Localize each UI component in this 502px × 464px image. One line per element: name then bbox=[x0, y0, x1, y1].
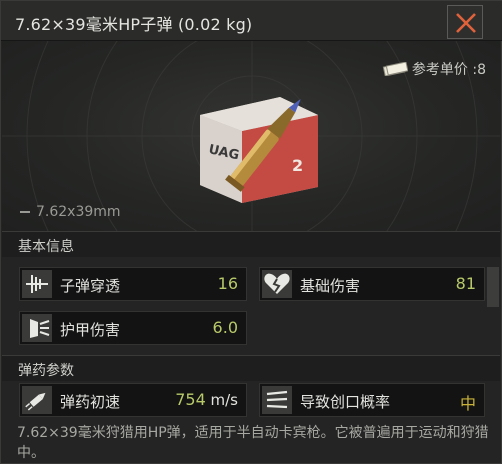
penetration-icon-box bbox=[22, 270, 52, 298]
price-label: 参考单价 :8 bbox=[411, 62, 486, 78]
broken-heart-icon bbox=[264, 273, 290, 294]
stat-base-damage[interactable]: 基础伤害 81 bbox=[259, 267, 485, 301]
item-preview: 参考单价 :8 UAG 2 7.62x39mm bbox=[2, 41, 500, 231]
stat-bleed-chance-label: 导致创口概率 bbox=[300, 393, 391, 411]
stat-base-damage-label: 基础伤害 bbox=[300, 277, 361, 295]
stat-base-damage-value: 81 bbox=[455, 274, 476, 293]
stat-muzzle-velocity[interactable]: 弹药初速 754 m/s bbox=[19, 383, 247, 417]
damage-icon-box bbox=[262, 270, 292, 298]
caliber-label: 7.62x39mm bbox=[20, 204, 121, 220]
stat-bleed-chance-value: 中 bbox=[459, 394, 476, 413]
armor-icon-box bbox=[22, 314, 52, 342]
item-description: 7.62×39毫米狩猎用HP弹，适用于半自动卡宾枪。它被普遍用于运动和狩猎中。 bbox=[17, 425, 489, 461]
stat-armor-damage[interactable]: 护甲伤害 6.0 bbox=[19, 311, 247, 345]
armor-damage-icon bbox=[30, 319, 50, 338]
close-icon bbox=[456, 13, 476, 33]
caliber-text: 7.62x39mm bbox=[36, 204, 121, 220]
close-button[interactable] bbox=[447, 5, 483, 39]
stat-penetration[interactable]: 子弹穿透 16 bbox=[19, 267, 247, 301]
bleed-icon-box bbox=[262, 386, 292, 414]
bullet-velocity-icon bbox=[25, 392, 46, 411]
item-inspect-window: 7.62×39毫米HP子弹 (0.02 kg) 参考单价:8 UAG 2 7.… bbox=[0, 0, 502, 464]
stat-armor-damage-label: 护甲伤害 bbox=[60, 321, 121, 339]
stat-penetration-value: 16 bbox=[217, 274, 238, 293]
penetration-icon bbox=[26, 275, 48, 293]
scrollbar[interactable] bbox=[487, 267, 499, 307]
cash-icon bbox=[382, 62, 408, 76]
box-number: 2 bbox=[292, 156, 303, 175]
bleed-icon bbox=[266, 390, 288, 409]
section-ammo-params-title: 弹药参数 bbox=[18, 363, 74, 379]
reference-price: 参考单价 :8 bbox=[382, 59, 486, 79]
stat-bleed-chance[interactable]: 导致创口概率 中 bbox=[259, 383, 485, 417]
velocity-icon-box bbox=[22, 386, 52, 414]
window-title: 7.62×39毫米HP子弹 (0.02 kg) bbox=[15, 15, 253, 34]
section-ammo-params: 弹药参数 bbox=[2, 355, 500, 381]
stat-armor-damage-value: 6.0 bbox=[212, 318, 238, 337]
stat-penetration-label: 子弹穿透 bbox=[60, 277, 121, 295]
section-basic-info-title: 基本信息 bbox=[18, 239, 74, 255]
section-basic-info: 基本信息 bbox=[2, 231, 500, 257]
velocity-unit: m/s bbox=[205, 391, 238, 409]
stat-muzzle-velocity-label: 弹药初速 bbox=[60, 393, 121, 411]
ammo-box-image: UAG 2 bbox=[200, 97, 318, 203]
velocity-number: 754 bbox=[175, 390, 206, 409]
caliber-dash bbox=[20, 211, 30, 213]
stat-muzzle-velocity-value: 754 m/s bbox=[175, 390, 238, 409]
title-bar[interactable]: 7.62×39毫米HP子弹 (0.02 kg) bbox=[1, 1, 502, 41]
